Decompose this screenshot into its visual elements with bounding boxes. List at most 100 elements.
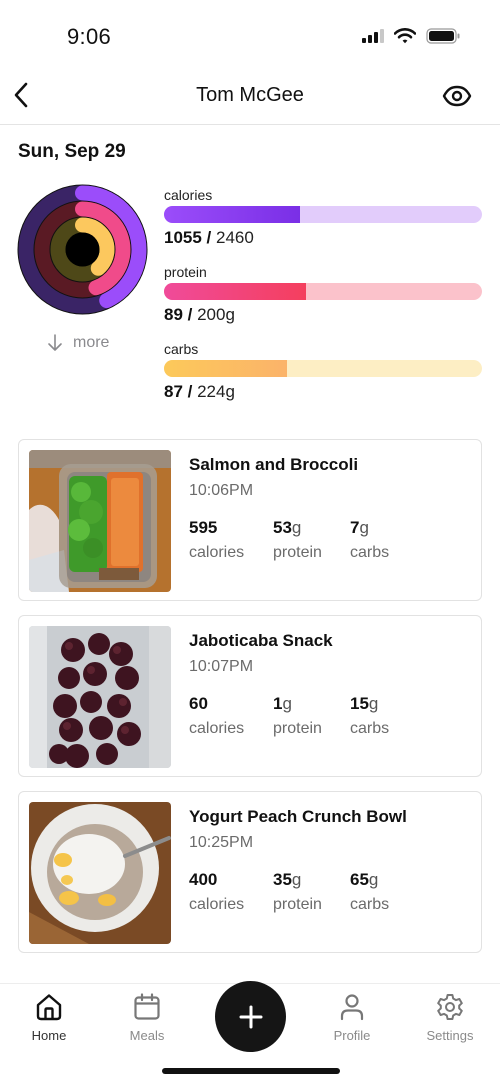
macro-values: 89 / 200g: [164, 305, 235, 324]
home-icon: [36, 994, 62, 1021]
meal-time: 10:06PM: [189, 482, 254, 499]
protein-goal: 200: [197, 305, 226, 324]
carbs-unit: g: [368, 870, 379, 889]
meal-carbs: 65g carbs: [350, 869, 420, 914]
meal-protein: 1g protein: [273, 693, 350, 738]
protein-unit: g: [225, 305, 235, 324]
meal-protein: 35g protein: [273, 869, 350, 914]
battery-icon: [426, 28, 460, 44]
carbs-label: carbs: [350, 896, 390, 913]
rings-center: [65, 232, 100, 267]
calories-progress-fill: [164, 206, 301, 223]
protein-label: protein: [273, 896, 322, 913]
protein-value: 53: [273, 518, 292, 537]
meal-photo-salmon: [29, 450, 171, 592]
protein-unit: g: [291, 870, 302, 889]
macro-values: 1055 / 2460: [164, 228, 254, 247]
calories-progress-bar: [164, 206, 482, 223]
macro-carbs: carbs 87 / 224g: [164, 340, 482, 403]
protein-unit: g: [291, 518, 302, 537]
carbs-unit: g: [225, 382, 235, 401]
calories-label: calories: [189, 720, 245, 737]
macro-label: carbs: [164, 341, 199, 357]
carbs-unit: g: [359, 518, 369, 537]
carbs-label: carbs: [350, 544, 390, 561]
eye-icon: [442, 85, 472, 107]
meal-calories: 595 calories: [189, 517, 273, 562]
navigation-bar: Tom McGee: [0, 72, 500, 125]
meal-calories: 400 calories: [189, 869, 273, 914]
meal-time: 10:07PM: [189, 658, 254, 675]
tab-settings[interactable]: Settings: [410, 992, 490, 1043]
tab-label: Profile: [333, 1028, 371, 1043]
meal-name: Salmon and Broccoli: [189, 455, 359, 474]
more-button[interactable]: more: [47, 334, 109, 352]
carbs-label: carbs: [350, 720, 390, 737]
page-title: Tom McGee: [196, 84, 304, 106]
macro-progress-list: calories 1055 / 2460 protein 89 / 200g c…: [164, 186, 482, 417]
calories-value: 60: [189, 694, 208, 713]
meal-calories: 60 calories: [189, 693, 273, 738]
protein-unit: g: [282, 694, 292, 713]
add-meal-button[interactable]: [215, 981, 286, 1052]
home-indicator: [162, 1068, 340, 1074]
meal-photo-yogurt: [29, 802, 171, 944]
carbs-value: 15: [350, 694, 369, 713]
meal-name: Yogurt Peach Crunch Bowl: [189, 807, 407, 826]
tab-profile[interactable]: Profile: [312, 992, 392, 1043]
status-time: 9:06: [67, 24, 112, 49]
meal-carbs: 15g carbs: [350, 693, 420, 738]
meal-stats: 400 calories 35g protein 65g carbs: [189, 869, 420, 914]
carbs-goal: 224: [197, 382, 226, 401]
protein-progress-bar: [164, 283, 482, 300]
visibility-button[interactable]: [442, 84, 472, 108]
arrow-down-icon: [48, 334, 62, 351]
calendar-icon: [134, 993, 160, 1020]
calories-goal: 2460: [216, 228, 254, 247]
meal-card[interactable]: Yogurt Peach Crunch Bowl 10:25PM 400 cal…: [18, 791, 482, 953]
meal-card[interactable]: Salmon and Broccoli 10:06PM 595 calories…: [18, 439, 482, 601]
cellular-signal-icon: [362, 29, 384, 43]
calories-label: calories: [189, 896, 245, 913]
macro-label: protein: [164, 264, 207, 280]
jaboticaba-photo: [29, 626, 171, 768]
carbs-progress-fill: [164, 360, 288, 377]
status-icons: [362, 28, 460, 44]
macro-calories: calories 1055 / 2460: [164, 186, 482, 249]
tab-label: Meals: [129, 1028, 165, 1043]
carbs-consumed: 87: [164, 382, 183, 401]
macro-rings-chart: [17, 184, 148, 315]
tab-home[interactable]: Home: [9, 992, 89, 1043]
macro-label: calories: [164, 187, 213, 203]
meal-time: 10:25PM: [189, 834, 254, 851]
meal-stats: 60 calories 1g protein 15g carbs: [189, 693, 420, 738]
protein-label: protein: [273, 720, 322, 737]
meal-photo-jaboticaba: [29, 626, 171, 768]
meal-carbs: 7g carbs: [350, 517, 420, 562]
carbs-value: 65: [350, 870, 369, 889]
date-title: Sun, Sep 29: [18, 141, 126, 162]
protein-label: protein: [273, 544, 322, 561]
meal-protein: 53g protein: [273, 517, 350, 562]
tab-label: Home: [31, 1028, 67, 1043]
person-icon: [340, 994, 364, 1021]
protein-progress-fill: [164, 283, 306, 300]
salmon-broccoli-photo: [29, 450, 171, 592]
status-bar: 9:06: [0, 0, 500, 72]
protein-consumed: 89: [164, 305, 183, 324]
yogurt-bowl-photo: [29, 802, 171, 944]
more-label: more: [73, 334, 110, 351]
carbs-progress-bar: [164, 360, 482, 377]
carbs-unit: g: [368, 694, 379, 713]
macro-values: 87 / 224g: [164, 382, 235, 401]
macro-protein: protein 89 / 200g: [164, 263, 482, 326]
tab-label: Settings: [426, 1028, 474, 1043]
calories-label: calories: [189, 544, 245, 561]
wifi-icon: [394, 28, 416, 44]
calories-value: 595: [189, 518, 218, 537]
meal-name: Jaboticaba Snack: [189, 631, 333, 650]
gear-icon: [437, 994, 463, 1020]
tab-meals[interactable]: Meals: [107, 992, 187, 1043]
meal-stats: 595 calories 53g protein 7g carbs: [189, 517, 420, 562]
meal-card[interactable]: Jaboticaba Snack 10:07PM 60 calories 1g …: [18, 615, 482, 777]
